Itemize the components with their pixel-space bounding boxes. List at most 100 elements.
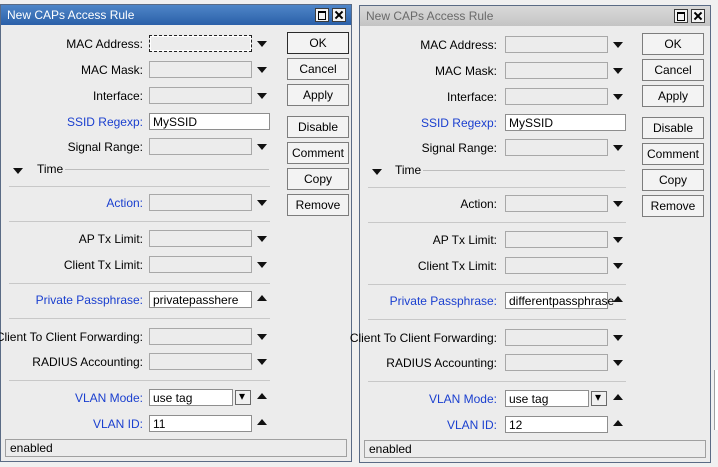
ap-tx-limit-input[interactable] bbox=[505, 231, 608, 248]
maximize-icon[interactable] bbox=[315, 8, 329, 22]
ssid-regexp-label: SSID Regexp: bbox=[66, 115, 143, 129]
divider bbox=[9, 221, 270, 222]
apply-button[interactable]: Apply bbox=[642, 85, 704, 107]
mac-address-input[interactable] bbox=[149, 35, 252, 52]
chevron-down-icon[interactable] bbox=[613, 94, 623, 100]
radius-accounting-label: RADIUS Accounting: bbox=[32, 355, 143, 369]
copy-button[interactable]: Copy bbox=[287, 168, 349, 190]
chevron-down-icon[interactable] bbox=[613, 237, 623, 243]
chevron-down-icon[interactable] bbox=[257, 41, 267, 47]
chevron-down-icon[interactable] bbox=[613, 68, 623, 74]
action-label: Action: bbox=[106, 196, 143, 210]
client-tx-limit-label: Client Tx Limit: bbox=[417, 259, 497, 273]
time-section-divider bbox=[423, 170, 625, 171]
divider bbox=[368, 319, 626, 320]
chevron-down-icon[interactable] bbox=[257, 93, 267, 99]
chevron-down-icon[interactable] bbox=[613, 201, 623, 207]
signal-range-label: Signal Range: bbox=[67, 140, 143, 154]
time-section-toggle-icon[interactable] bbox=[372, 169, 382, 175]
window-titlebar[interactable]: New CAPs Access Rule bbox=[360, 6, 710, 26]
interface-select[interactable] bbox=[505, 88, 608, 105]
client-to-client-forwarding-select[interactable] bbox=[505, 329, 608, 346]
close-icon[interactable] bbox=[691, 9, 705, 23]
vlan-id-input[interactable]: 12 bbox=[505, 416, 608, 433]
ssid-regexp-input[interactable]: MySSID bbox=[149, 113, 270, 130]
chevron-down-icon[interactable] bbox=[257, 359, 267, 365]
chevron-down-icon[interactable] bbox=[613, 263, 623, 269]
chevron-down-icon[interactable] bbox=[257, 67, 267, 73]
vlan-mode-select[interactable]: use tag bbox=[505, 390, 589, 407]
divider bbox=[368, 381, 626, 382]
private-passphrase-input[interactable]: differentpassphrase bbox=[505, 292, 614, 309]
chevron-down-icon[interactable] bbox=[257, 236, 267, 242]
vlan-id-label: VLAN ID: bbox=[446, 418, 497, 432]
divider bbox=[368, 222, 626, 223]
chevron-down-icon[interactable] bbox=[257, 200, 267, 206]
chevron-up-icon[interactable] bbox=[257, 295, 267, 301]
chevron-up-icon[interactable] bbox=[613, 296, 623, 302]
chevron-down-icon[interactable] bbox=[613, 145, 623, 151]
chevron-up-icon[interactable] bbox=[613, 420, 623, 426]
chevron-up-icon[interactable] bbox=[257, 393, 267, 399]
radius-accounting-select[interactable] bbox=[149, 353, 252, 370]
disable-button[interactable]: Disable bbox=[642, 117, 704, 139]
dropdown-button-icon[interactable] bbox=[591, 390, 607, 406]
divider bbox=[368, 284, 626, 285]
chevron-up-icon[interactable] bbox=[257, 419, 267, 425]
cancel-button[interactable]: Cancel bbox=[287, 58, 349, 80]
action-label: Action: bbox=[460, 197, 497, 211]
close-icon[interactable] bbox=[332, 8, 346, 22]
window-titlebar[interactable]: New CAPs Access Rule bbox=[1, 5, 351, 25]
status-bar: enabled bbox=[5, 439, 347, 457]
chevron-down-icon[interactable] bbox=[257, 334, 267, 340]
chevron-down-icon[interactable] bbox=[257, 262, 267, 268]
comment-button[interactable]: Comment bbox=[287, 142, 349, 164]
ap-tx-limit-label: AP Tx Limit: bbox=[432, 233, 497, 247]
remove-button[interactable]: Remove bbox=[287, 194, 349, 216]
vlan-id-input[interactable]: 11 bbox=[149, 415, 252, 432]
divider bbox=[9, 283, 270, 284]
dropdown-button-icon[interactable] bbox=[235, 389, 251, 405]
vlan-mode-select[interactable]: use tag bbox=[149, 389, 233, 406]
time-section-label: Time bbox=[395, 163, 422, 177]
signal-range-input[interactable] bbox=[505, 139, 608, 156]
signal-range-input[interactable] bbox=[149, 138, 252, 155]
maximize-icon[interactable] bbox=[674, 9, 688, 23]
chevron-down-icon[interactable] bbox=[613, 42, 623, 48]
divider bbox=[9, 380, 270, 381]
chevron-down-icon[interactable] bbox=[613, 360, 623, 366]
ap-tx-limit-input[interactable] bbox=[149, 230, 252, 247]
cancel-button[interactable]: Cancel bbox=[642, 59, 704, 81]
time-section-toggle-icon[interactable] bbox=[13, 168, 23, 174]
client-tx-limit-label: Client Tx Limit: bbox=[63, 258, 143, 272]
mac-address-input[interactable] bbox=[505, 36, 608, 53]
chevron-up-icon[interactable] bbox=[613, 394, 623, 400]
apply-button[interactable]: Apply bbox=[287, 84, 349, 106]
mac-mask-label: MAC Mask: bbox=[80, 63, 143, 77]
mac-mask-input[interactable] bbox=[505, 62, 608, 79]
client-to-client-forwarding-select[interactable] bbox=[149, 328, 252, 345]
ssid-regexp-label: SSID Regexp: bbox=[420, 116, 497, 130]
interface-label: Interface: bbox=[446, 90, 497, 104]
client-tx-limit-input[interactable] bbox=[149, 256, 252, 273]
caps-access-rule-window-2: New CAPs Access Rule MAC Address: MAC Ma… bbox=[350, 5, 711, 463]
radius-accounting-select[interactable] bbox=[505, 354, 608, 371]
ssid-regexp-input[interactable]: MySSID bbox=[505, 114, 626, 131]
private-passphrase-input[interactable]: privatepasshere bbox=[149, 291, 252, 308]
time-section-divider bbox=[65, 169, 269, 170]
client-tx-limit-input[interactable] bbox=[505, 257, 608, 274]
mac-mask-input[interactable] bbox=[149, 61, 252, 78]
interface-select[interactable] bbox=[149, 87, 252, 104]
ok-button[interactable]: OK bbox=[642, 33, 704, 55]
chevron-down-icon[interactable] bbox=[613, 335, 623, 341]
ok-button[interactable]: OK bbox=[287, 32, 349, 54]
comment-button[interactable]: Comment bbox=[642, 143, 704, 165]
private-passphrase-label: Private Passphrase: bbox=[389, 294, 497, 308]
divider bbox=[9, 318, 270, 319]
copy-button[interactable]: Copy bbox=[642, 169, 704, 191]
action-select[interactable] bbox=[149, 194, 252, 211]
remove-button[interactable]: Remove bbox=[642, 195, 704, 217]
chevron-down-icon[interactable] bbox=[257, 144, 267, 150]
action-select[interactable] bbox=[505, 195, 608, 212]
disable-button[interactable]: Disable bbox=[287, 116, 349, 138]
